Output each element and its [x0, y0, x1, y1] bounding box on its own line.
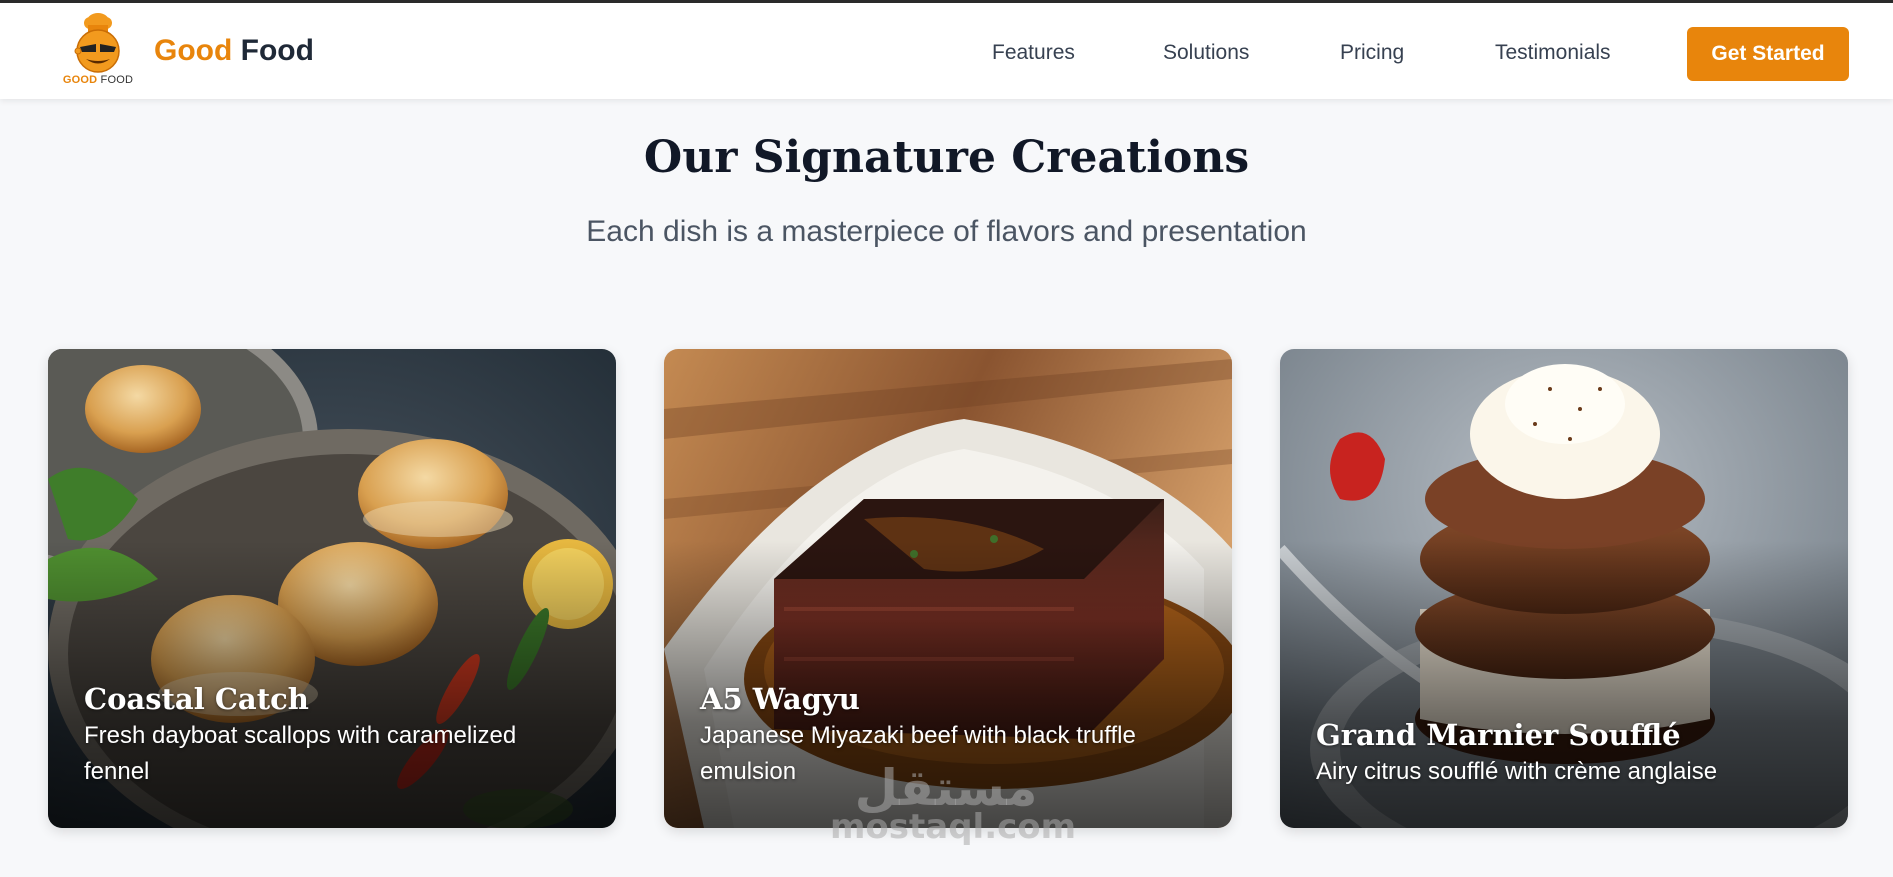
nav-testimonials[interactable]: Testimonials	[1495, 40, 1611, 66]
logo-mark-text: GOOD FOOD	[58, 74, 138, 86]
brand-name[interactable]: Good Food	[154, 33, 314, 69]
card-caption: Grand Marnier Soufflé Airy citrus souffl…	[1316, 717, 1818, 790]
card-caption: Coastal Catch Fresh dayboat scallops wit…	[84, 681, 586, 790]
logo[interactable]: GOOD FOOD	[58, 11, 138, 91]
logo-mark-good: GOOD	[62, 74, 98, 86]
logo-mark-food: FOOD	[100, 74, 134, 86]
section-title: Our Signature Creations	[643, 132, 1250, 183]
dish-description: Fresh dayboat scallops with caramelized …	[84, 722, 517, 785]
dish-title: Grand Marnier Soufflé	[1316, 718, 1681, 752]
card-caption: A5 Wagyu Japanese Miyazaki beef with bla…	[700, 681, 1202, 790]
dish-card-grand-marnier-souffle[interactable]: Grand Marnier Soufflé Airy citrus souffl…	[1280, 349, 1848, 828]
navbar: GOOD FOOD Good Food Features Solutions P…	[0, 3, 1893, 99]
dish-title: A5 Wagyu	[700, 682, 860, 716]
nav-features[interactable]: Features	[992, 40, 1075, 66]
dish-card-coastal-catch[interactable]: Coastal Catch Fresh dayboat scallops wit…	[48, 349, 616, 828]
brand-part-food: Food	[240, 34, 314, 67]
brand-part-good: Good	[154, 34, 233, 67]
dish-title: Coastal Catch	[84, 682, 309, 716]
nav-pricing[interactable]: Pricing	[1340, 40, 1404, 66]
section-subtitle: Each dish is a masterpiece of flavors an…	[586, 215, 1307, 248]
dish-description: Airy citrus soufflé with crème anglaise	[1316, 758, 1718, 785]
nav-solutions[interactable]: Solutions	[1163, 40, 1249, 66]
dish-card-a5-wagyu[interactable]: A5 Wagyu Japanese Miyazaki beef with bla…	[664, 349, 1232, 828]
dish-description: Japanese Miyazaki beef with black truffl…	[700, 722, 1136, 785]
get-started-button[interactable]: Get Started	[1687, 27, 1849, 81]
chef-mascot-icon	[74, 13, 120, 73]
